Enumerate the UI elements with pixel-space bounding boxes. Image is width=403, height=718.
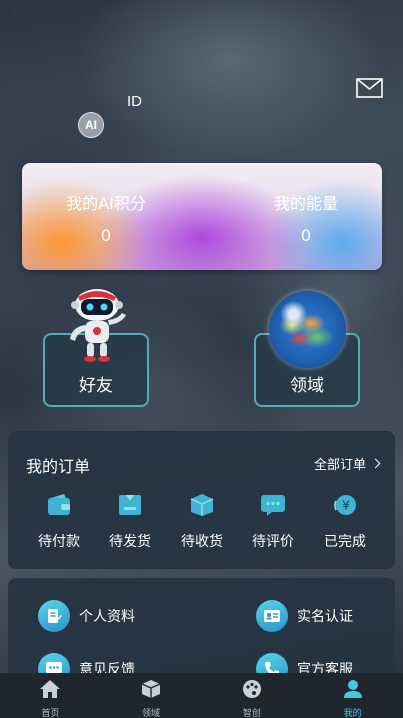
order-pending-review[interactable]: 待评价 xyxy=(243,493,303,551)
ai-points-label: 我的AI积分 xyxy=(66,194,146,213)
friends-button-label: 好友 xyxy=(79,376,113,396)
tab-label: 首页 xyxy=(41,709,60,718)
order-item-label: 待发货 xyxy=(109,534,151,550)
orders-panel: 我的订单 全部订单 待付款 待发货 待收货 待评价 ¥ 已完成 xyxy=(8,431,395,569)
bottom-tab-bar: 首页 领域 智创 我的 xyxy=(0,673,403,718)
profile-edit-icon xyxy=(38,600,70,632)
energy-label: 我的能量 xyxy=(273,194,338,213)
order-item-label: 待评价 xyxy=(252,534,294,550)
mail-icon[interactable] xyxy=(356,78,383,98)
points-card: 我的AI积分 0 我的能量 0 xyxy=(22,163,382,270)
id-card-icon xyxy=(256,600,288,632)
menu-item-profile[interactable]: 个人资料 xyxy=(38,600,135,632)
tab-home[interactable]: 首页 xyxy=(0,673,101,718)
box-icon xyxy=(190,494,214,516)
tab-label: 领域 xyxy=(142,709,161,718)
energy-value: 0 xyxy=(301,226,311,245)
order-pending-shipment[interactable]: 待发货 xyxy=(100,493,160,551)
tab-label: 智创 xyxy=(242,709,261,718)
chevron-right-icon xyxy=(370,458,381,469)
svg-text:¥: ¥ xyxy=(342,499,350,513)
order-item-label: 待付款 xyxy=(38,534,80,550)
all-orders-link[interactable]: 全部订单 xyxy=(313,454,381,473)
order-item-label: 待收货 xyxy=(181,534,223,550)
ai-points-stat[interactable]: 我的AI积分 0 xyxy=(46,190,166,246)
all-orders-label: 全部订单 xyxy=(313,458,366,473)
comment-icon xyxy=(261,495,285,516)
menu-item-label: 实名认证 xyxy=(297,609,353,625)
orders-title: 我的订单 xyxy=(26,457,91,476)
menu-item-verification[interactable]: 实名认证 xyxy=(256,600,353,632)
menu-item-label: 个人资料 xyxy=(79,609,135,625)
order-pending-payment[interactable]: 待付款 xyxy=(29,493,89,551)
status-bar-time: 4:20 xyxy=(10,4,36,19)
profile-id-label: ID xyxy=(127,93,142,110)
order-pending-receipt[interactable]: 待收货 xyxy=(172,493,232,551)
tab-create[interactable]: 智创 xyxy=(202,673,303,718)
tab-domain[interactable]: 领域 xyxy=(101,673,202,718)
yuan-icon: ¥ xyxy=(334,495,356,515)
wallet-icon xyxy=(48,494,70,515)
avatar[interactable]: AI xyxy=(78,112,104,138)
order-completed[interactable]: ¥ 已完成 xyxy=(315,493,375,551)
ai-points-value: 0 xyxy=(101,226,111,245)
package-out-icon xyxy=(119,495,141,515)
globe-icon xyxy=(269,291,346,368)
tab-label: 我的 xyxy=(343,709,362,718)
cube-icon xyxy=(141,680,161,698)
domain-button-label: 领域 xyxy=(290,376,324,396)
home-icon xyxy=(40,680,61,698)
tab-mine[interactable]: 我的 xyxy=(302,673,403,718)
order-item-label: 已完成 xyxy=(324,534,366,550)
palette-icon xyxy=(242,680,261,698)
robot-icon xyxy=(70,289,126,362)
energy-stat[interactable]: 我的能量 0 xyxy=(246,190,366,246)
user-icon xyxy=(343,680,362,698)
